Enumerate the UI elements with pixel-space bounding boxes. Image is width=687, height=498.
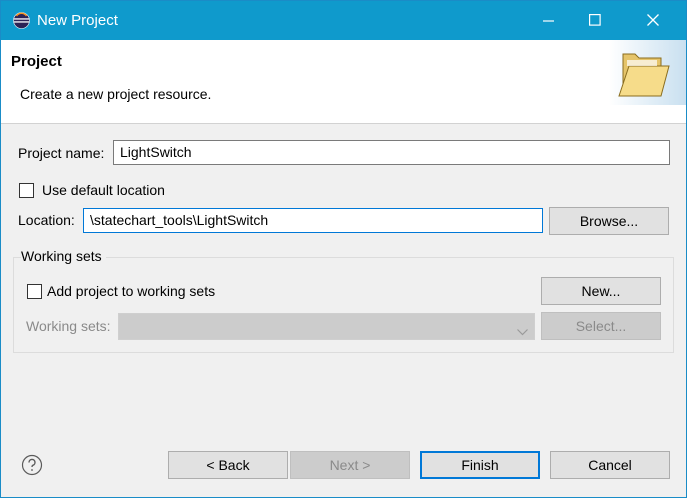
next-button[interactable]: Next > xyxy=(290,451,410,479)
location-field[interactable]: \statechart_tools\LightSwitch xyxy=(83,208,543,233)
project-name-label: Project name: xyxy=(18,145,105,161)
working-sets-label: Working sets: xyxy=(26,318,111,334)
working-sets-group-label: Working sets xyxy=(21,248,106,264)
minimize-icon[interactable] xyxy=(527,1,573,40)
wizard-header: Project Create a new project resource. xyxy=(1,40,686,124)
cancel-button[interactable]: Cancel xyxy=(550,451,670,479)
project-name-field[interactable]: LightSwitch xyxy=(113,140,670,165)
new-working-set-button[interactable]: New... xyxy=(541,277,661,305)
working-sets-combo[interactable] xyxy=(118,313,535,340)
finish-button[interactable]: Finish xyxy=(420,451,540,479)
eclipse-icon xyxy=(13,12,30,29)
new-project-dialog: New Project Project Create a new project… xyxy=(0,0,687,498)
page-description: Create a new project resource. xyxy=(20,86,212,102)
page-title: Project xyxy=(11,53,62,70)
title-bar[interactable]: New Project xyxy=(1,1,686,40)
close-icon[interactable] xyxy=(631,1,677,40)
chevron-down-icon xyxy=(517,323,528,339)
add-to-working-sets-label[interactable]: Add project to working sets xyxy=(47,283,215,299)
window-title: New Project xyxy=(37,12,118,29)
use-default-location-label[interactable]: Use default location xyxy=(42,182,165,198)
folder-icon xyxy=(609,40,686,105)
location-label: Location: xyxy=(18,212,75,228)
select-working-set-button[interactable]: Select... xyxy=(541,312,661,340)
add-to-working-sets-checkbox[interactable] xyxy=(27,284,42,299)
maximize-icon[interactable] xyxy=(573,1,619,40)
use-default-location-checkbox[interactable] xyxy=(19,183,34,198)
back-button[interactable]: < Back xyxy=(168,451,288,479)
browse-button[interactable]: Browse... xyxy=(549,207,669,235)
help-icon[interactable] xyxy=(21,454,43,476)
